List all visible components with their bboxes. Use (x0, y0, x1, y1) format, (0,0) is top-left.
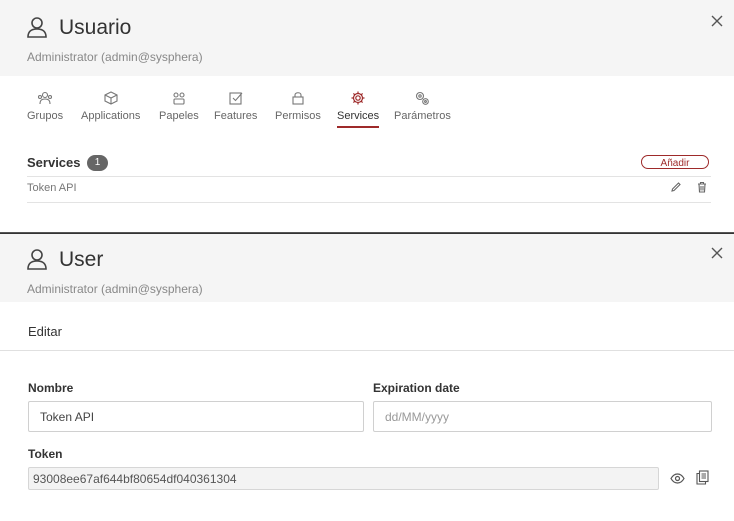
page-title: User (59, 248, 104, 271)
panel-header: Usuario Administrator (admin@sysphera) (0, 0, 734, 76)
tab-grupos[interactable]: Grupos (27, 90, 63, 122)
cube-icon (104, 91, 118, 105)
page-subtitle: Administrator (admin@sysphera) (27, 50, 203, 64)
checkbox-icon (229, 92, 243, 105)
tab-label: Grupos (27, 110, 64, 122)
services-count-badge: 1 (87, 155, 108, 171)
expiration-date-input[interactable] (373, 401, 712, 432)
divider (0, 350, 734, 351)
name-label: Nombre (28, 381, 74, 395)
tab-label: Features (214, 110, 258, 122)
tab-permisos[interactable]: Permisos (275, 90, 321, 122)
service-row-name: Token API (27, 182, 77, 194)
tab-label: Parámetros (394, 110, 451, 122)
expiration-label: Expiration date (373, 381, 460, 395)
name-input[interactable] (28, 401, 364, 432)
divider (27, 176, 711, 177)
trash-icon[interactable] (696, 181, 708, 193)
tab-papeles[interactable]: Papeles (159, 90, 199, 122)
tab-label: Services (337, 110, 380, 122)
groups-icon (37, 91, 53, 105)
tab-label: Applications (81, 110, 141, 122)
services-title: Services (27, 155, 81, 170)
gear-icon (351, 91, 365, 105)
divider (27, 202, 711, 203)
page-title: Usuario (59, 16, 132, 39)
active-tab-indicator (337, 126, 380, 128)
gears-icon (416, 91, 430, 105)
lock-icon (292, 92, 304, 105)
pencil-icon[interactable] (670, 181, 682, 193)
user-panel-back: Usuario Administrator (admin@sysphera) G… (0, 0, 734, 233)
token-label: Token (28, 447, 63, 461)
token-input[interactable] (28, 467, 659, 490)
section-heading: Editar (28, 324, 62, 339)
tab-parametros[interactable]: Parámetros (394, 90, 451, 122)
user-panel-front: User Administrator (admin@sysphera) Edit… (0, 233, 734, 521)
page-subtitle: Administrator (admin@sysphera) (27, 282, 203, 296)
tab-label: Permisos (275, 110, 321, 122)
user-icon (27, 249, 47, 270)
tab-applications[interactable]: Applications (81, 90, 140, 122)
close-icon[interactable] (710, 14, 724, 28)
tab-services[interactable]: Services (337, 90, 380, 128)
add-service-button[interactable]: Añadir (641, 155, 709, 169)
eye-icon[interactable] (670, 471, 685, 486)
close-icon[interactable] (710, 246, 724, 260)
tab-features[interactable]: Features (214, 90, 257, 122)
user-icon (27, 17, 47, 38)
roles-icon (173, 92, 185, 105)
panel-header: User Administrator (admin@sysphera) (0, 234, 734, 302)
copy-icon[interactable] (696, 470, 709, 485)
tab-label: Papeles (159, 110, 199, 122)
